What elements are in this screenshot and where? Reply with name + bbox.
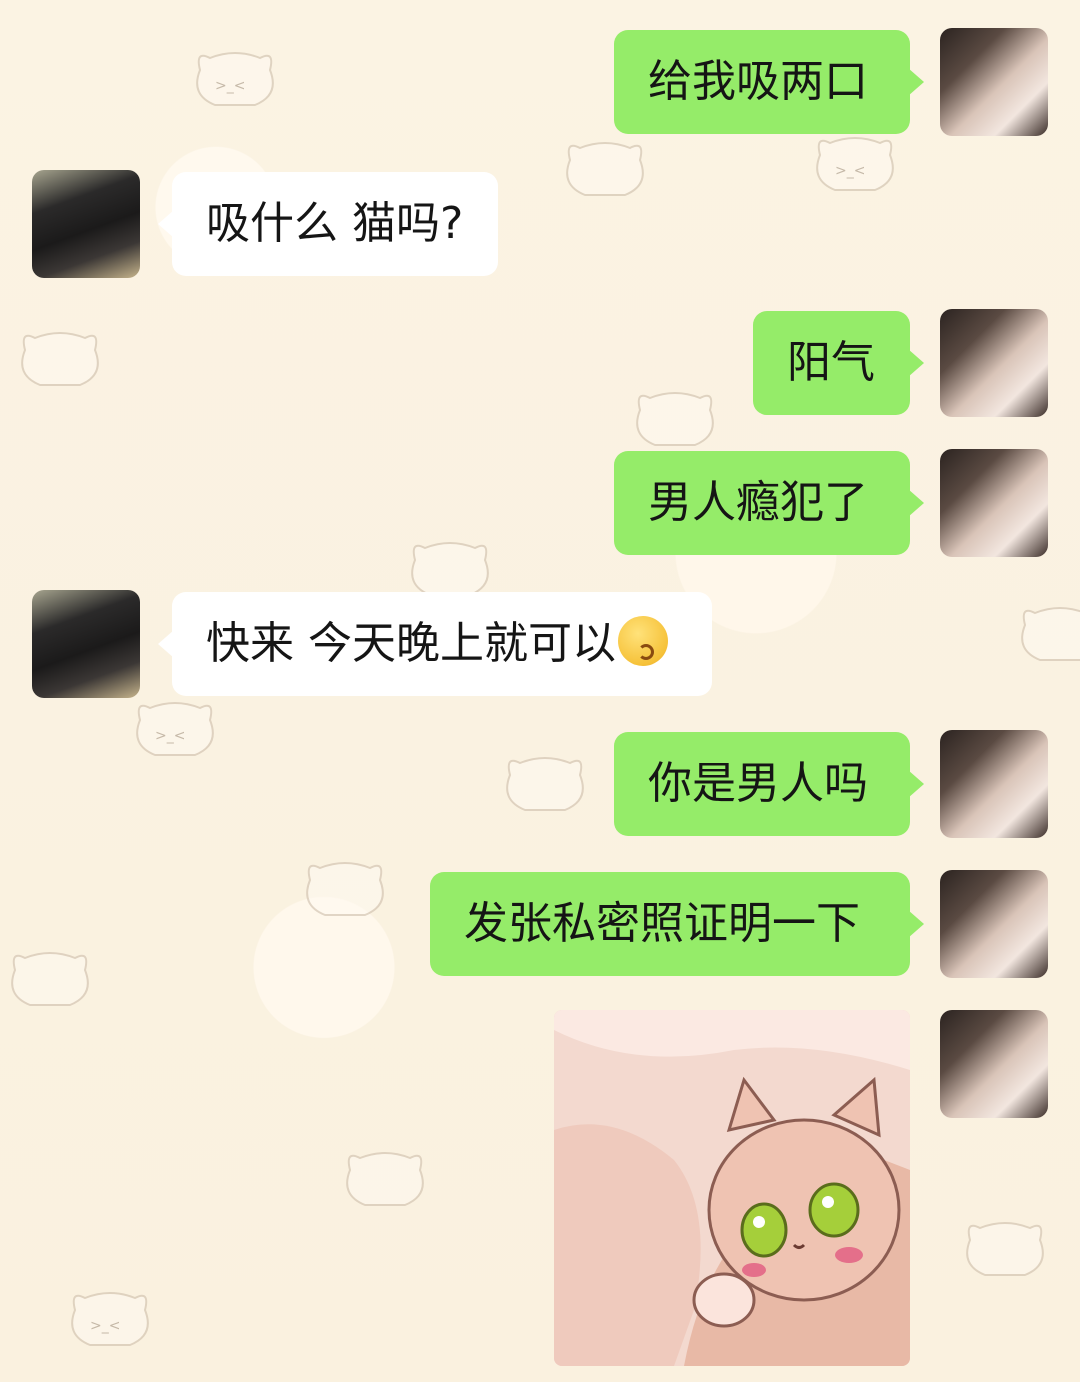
message-bubble-sent[interactable]: 发张私密照证明一下: [430, 872, 924, 976]
cat-doodle-icon: [11, 952, 89, 1006]
message-text: 阳气: [787, 337, 875, 388]
my-avatar[interactable]: [940, 730, 1048, 838]
message-text: 你是男人吗: [648, 758, 868, 809]
cat-doodle-icon: [346, 1152, 424, 1206]
contact-avatar[interactable]: [32, 590, 140, 698]
cat-doodle-icon: [306, 862, 384, 916]
my-avatar[interactable]: [940, 28, 1048, 136]
contact-avatar[interactable]: [32, 170, 140, 278]
my-avatar[interactable]: [940, 1010, 1048, 1118]
message-bubble-sent[interactable]: 给我吸两口: [614, 30, 924, 134]
cat-doodle-icon: >_<: [816, 137, 894, 191]
message-text: 男人瘾犯了: [648, 477, 868, 528]
message-bubble-sent[interactable]: 男人瘾犯了: [614, 451, 924, 555]
my-avatar[interactable]: [940, 449, 1048, 557]
svg-text:>_<: >_<: [90, 1318, 120, 1334]
message-text: 发张私密照证明一下: [464, 898, 860, 949]
svg-text:>_<: >_<: [835, 163, 865, 179]
message-bubble-received[interactable]: 吸什么 猫吗?: [158, 172, 498, 276]
svg-text:>_<: >_<: [215, 78, 245, 94]
cat-hugging-sticker[interactable]: [554, 1010, 910, 1366]
cat-doodle-icon: >_<: [71, 1292, 149, 1346]
svg-text:>_<: >_<: [155, 728, 185, 744]
my-avatar[interactable]: [940, 870, 1048, 978]
message-text: 吸什么 猫吗?: [206, 198, 464, 249]
cat-doodle-icon: [566, 142, 644, 196]
cat-doodle-icon: >_<: [196, 52, 274, 106]
message-text: 给我吸两口: [648, 56, 868, 107]
cat-doodle-icon: [21, 332, 99, 386]
message-text: 快来 今天晚上就可以: [206, 618, 616, 669]
cat-doodle-icon: [966, 1222, 1044, 1276]
kissing-face-emoji: [618, 616, 668, 666]
message-bubble-received[interactable]: 快来 今天晚上就可以: [158, 592, 712, 696]
my-avatar[interactable]: [940, 309, 1048, 417]
cat-doodle-icon: [636, 392, 714, 446]
message-bubble-sent[interactable]: 你是男人吗: [614, 732, 924, 836]
message-bubble-sent[interactable]: 阳气: [753, 311, 924, 415]
cat-doodle-icon: [1021, 607, 1080, 661]
cat-doodle-icon: >_<: [136, 702, 214, 756]
cat-doodle-icon: [506, 757, 584, 811]
